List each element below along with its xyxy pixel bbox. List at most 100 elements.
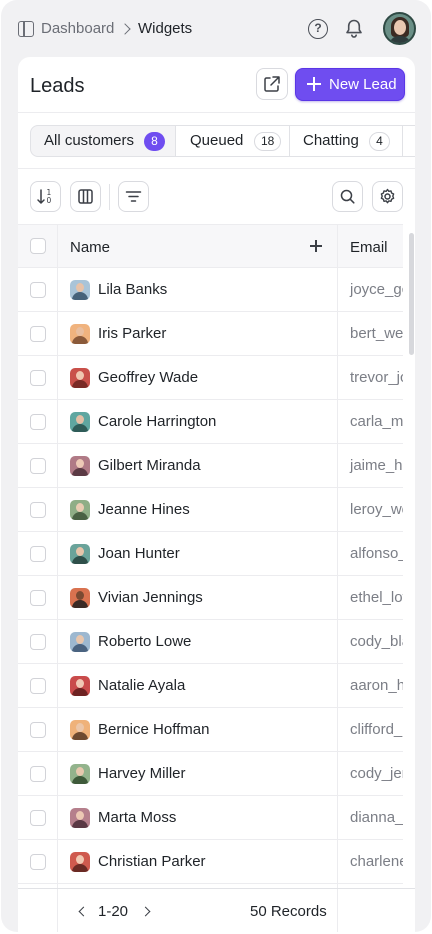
row-checkbox[interactable] xyxy=(30,502,46,518)
sidebar-toggle-icon[interactable] xyxy=(18,21,34,37)
export-button[interactable] xyxy=(256,68,288,100)
sort-icon: 1 0 xyxy=(37,188,52,205)
new-lead-button[interactable]: New Lead xyxy=(295,68,405,101)
filter-button[interactable] xyxy=(118,181,149,212)
row-checkbox[interactable] xyxy=(30,326,46,342)
row-checkbox[interactable] xyxy=(30,810,46,826)
tab-queued[interactable]: Queued 18 xyxy=(175,125,290,157)
column-header-email[interactable]: Email xyxy=(350,239,388,256)
column-divider xyxy=(57,889,58,932)
chevron-right-icon xyxy=(119,23,131,35)
lead-name[interactable]: Roberto Lowe xyxy=(98,633,191,650)
row-checkbox[interactable] xyxy=(30,546,46,562)
lead-name[interactable]: Natalie Ayala xyxy=(98,677,185,694)
column-divider xyxy=(337,224,338,888)
table-row[interactable]: Geoffrey Wade trevor_jc xyxy=(18,356,403,400)
lead-name[interactable]: Lila Banks xyxy=(98,281,167,298)
avatar xyxy=(70,676,90,696)
search-button[interactable] xyxy=(332,181,363,212)
row-checkbox[interactable] xyxy=(30,678,46,694)
table-row[interactable]: Vivian Jennings ethel_lov xyxy=(18,576,403,620)
settings-button[interactable] xyxy=(372,181,403,212)
column-header-name[interactable]: Name xyxy=(70,239,110,256)
external-link-icon xyxy=(264,76,280,92)
sort-button[interactable]: 1 0 xyxy=(30,181,61,212)
avatar xyxy=(70,412,90,432)
lead-name[interactable]: Marta Moss xyxy=(98,809,176,826)
row-checkbox[interactable] xyxy=(30,282,46,298)
lead-email: leroy_we xyxy=(350,501,403,518)
row-checkbox[interactable] xyxy=(30,766,46,782)
tab-all-customers[interactable]: All customers 8 xyxy=(30,125,176,157)
leads-table: Name Email Lila Banks joyce_gc Iris Parker… xyxy=(18,224,403,888)
chevron-right-icon[interactable] xyxy=(140,906,151,917)
chevron-left-icon[interactable] xyxy=(78,906,89,917)
row-checkbox[interactable] xyxy=(30,722,46,738)
top-bar: Dashboard Widgets ? xyxy=(1,0,431,57)
divider xyxy=(18,168,415,169)
lead-name[interactable]: Iris Parker xyxy=(98,325,166,342)
lead-name[interactable]: Harvey Miller xyxy=(98,765,186,782)
table-row[interactable]: Harvey Miller cody_jer xyxy=(18,752,403,796)
table-row[interactable]: Christian Parker charlene xyxy=(18,840,403,884)
table-row[interactable]: Roberto Lowe cody_bla xyxy=(18,620,403,664)
row-checkbox[interactable] xyxy=(30,854,46,870)
lead-email: ethel_lov xyxy=(350,589,403,606)
table-row[interactable]: Jeanne Hines leroy_we xyxy=(18,488,403,532)
lead-email: alfonso_ xyxy=(350,545,403,562)
avatar xyxy=(70,852,90,872)
tab-overflow[interactable] xyxy=(402,125,415,157)
lead-name[interactable]: Jeanne Hines xyxy=(98,501,190,518)
table-row[interactable]: Bernice Hoffman clifford_ xyxy=(18,708,403,752)
lead-email: cody_jer xyxy=(350,765,403,782)
table-header: Name Email xyxy=(18,224,403,268)
plus-icon xyxy=(307,77,321,91)
avatar xyxy=(70,280,90,300)
avatar xyxy=(70,588,90,608)
lead-email: aaron_he xyxy=(350,677,403,694)
settings-icon xyxy=(380,188,395,204)
table-row[interactable]: Joan Hunter alfonso_ xyxy=(18,532,403,576)
tab-label: All customers xyxy=(44,132,135,149)
tab-bar: All customers 8 Queued 18 Chatting 4 xyxy=(30,125,415,157)
lead-name[interactable]: Joan Hunter xyxy=(98,545,180,562)
lead-name[interactable]: Bernice Hoffman xyxy=(98,721,209,738)
table-scrollbar[interactable] xyxy=(409,233,414,355)
help-icon[interactable]: ? xyxy=(308,19,328,39)
table-row[interactable]: Marta Moss dianna_p xyxy=(18,796,403,840)
breadcrumb-dashboard[interactable]: Dashboard xyxy=(41,20,114,38)
search-icon xyxy=(340,189,355,204)
lead-name[interactable]: Carole Harrington xyxy=(98,413,216,430)
divider xyxy=(18,112,415,113)
tab-chatting[interactable]: Chatting 4 xyxy=(289,125,403,157)
row-checkbox[interactable] xyxy=(30,458,46,474)
table-row[interactable]: Iris Parker bert_we xyxy=(18,312,403,356)
filter-icon xyxy=(125,191,142,202)
columns-button[interactable] xyxy=(70,181,101,212)
avatar xyxy=(70,368,90,388)
column-divider xyxy=(57,224,58,888)
avatar xyxy=(70,632,90,652)
lead-name[interactable]: Christian Parker xyxy=(98,853,206,870)
lead-name[interactable]: Geoffrey Wade xyxy=(98,369,198,386)
lead-name[interactable]: Gilbert Miranda xyxy=(98,457,201,474)
select-all-checkbox[interactable] xyxy=(30,238,46,254)
columns-icon xyxy=(78,189,93,204)
row-checkbox[interactable] xyxy=(30,370,46,386)
row-checkbox[interactable] xyxy=(30,414,46,430)
avatar xyxy=(70,456,90,476)
table-row[interactable]: Gilbert Miranda jaime_hu xyxy=(18,444,403,488)
lead-email: charlene xyxy=(350,853,403,870)
table-row[interactable]: Lila Banks joyce_gc xyxy=(18,268,403,312)
bell-icon[interactable] xyxy=(344,18,364,40)
user-avatar[interactable] xyxy=(383,12,416,45)
table-row[interactable]: Natalie Ayala aaron_he xyxy=(18,664,403,708)
page-title: Leads xyxy=(30,75,85,97)
tab-label: Chatting xyxy=(303,132,359,149)
table-row[interactable]: Carole Harrington carla_ma xyxy=(18,400,403,444)
row-checkbox[interactable] xyxy=(30,590,46,606)
add-column-icon[interactable] xyxy=(310,240,322,252)
lead-name[interactable]: Vivian Jennings xyxy=(98,589,203,606)
avatar xyxy=(70,544,90,564)
row-checkbox[interactable] xyxy=(30,634,46,650)
